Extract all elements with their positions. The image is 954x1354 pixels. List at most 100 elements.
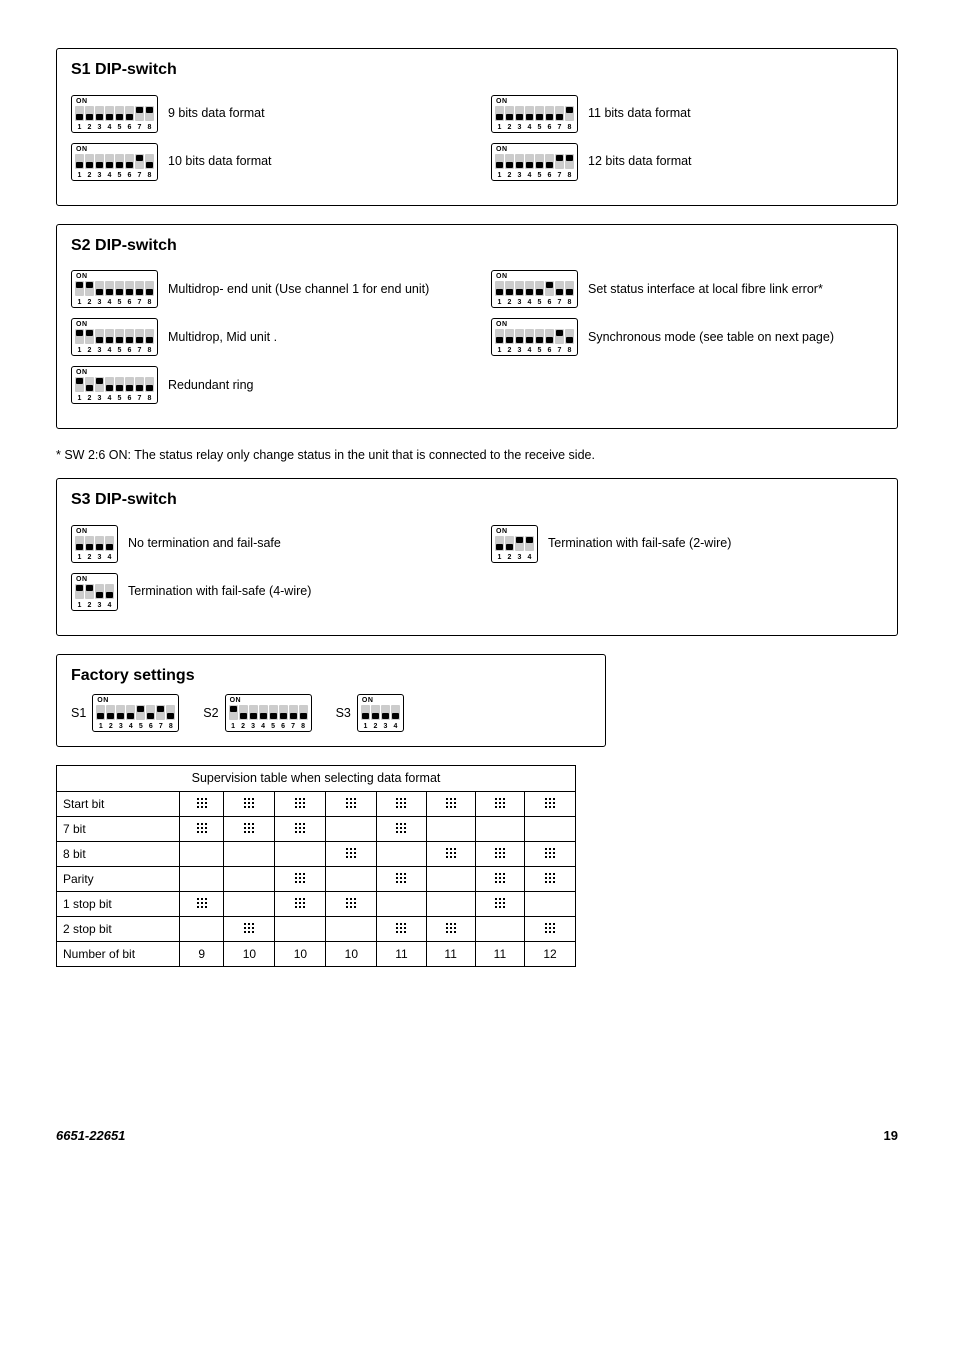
s2-title: S2 DIP-switch <box>71 235 883 257</box>
s1-title: S1 DIP-switch <box>71 59 883 81</box>
dip-switch-icon: ON12345678 <box>71 318 158 356</box>
s2-local-fibre-err: ON12345678 Set status interface at local… <box>491 270 883 308</box>
s2-redundant-ring: ON12345678 Redundant ring <box>71 366 463 404</box>
cell <box>275 817 326 842</box>
table-row: Number of bit910101011111112 <box>57 942 576 967</box>
footer-docnum: 6651-22651 <box>56 1127 125 1145</box>
factory-s2: S2 ON12345678 <box>203 694 311 732</box>
dip-switch-icon: ON12345678 <box>71 366 158 404</box>
table-row: Start bit <box>57 792 576 817</box>
s2-end-unit: ON12345678 Multidrop- end unit (Use chan… <box>71 270 463 308</box>
cell: 11 <box>475 942 524 967</box>
cell <box>377 917 426 942</box>
factory-s3: S3 ON1234 <box>336 694 404 732</box>
dip-s1-section: S1 DIP-switch ON12345678 9 bits data for… <box>56 48 898 206</box>
dip-switch-icon: ON12345678 <box>92 694 179 732</box>
row-label: 2 stop bit <box>57 917 180 942</box>
cell <box>326 867 377 892</box>
label: Multidrop, Mid unit . <box>168 329 277 346</box>
cell <box>180 817 224 842</box>
dip-switch-icon: ON12345678 <box>71 270 158 308</box>
dots-icon <box>396 823 406 833</box>
dip-switch-icon: ON12345678 <box>225 694 312 732</box>
row-label: 8 bit <box>57 842 180 867</box>
dots-icon <box>396 923 406 933</box>
cell <box>475 792 524 817</box>
cell <box>180 867 224 892</box>
table-row: 1 stop bit <box>57 892 576 917</box>
dots-icon <box>495 898 505 908</box>
cell <box>326 842 377 867</box>
dip-switch-icon: ON12345678 <box>491 95 578 133</box>
dots-icon <box>346 848 356 858</box>
label: Termination with fail-safe (2-wire) <box>548 535 731 552</box>
dots-icon <box>346 798 356 808</box>
cell <box>275 892 326 917</box>
cell <box>525 792 576 817</box>
cell <box>426 892 475 917</box>
dip-switch-icon: ON12345678 <box>491 318 578 356</box>
dip-switch-icon: ON12345678 <box>491 270 578 308</box>
cell <box>475 842 524 867</box>
label: Set status interface at local fibre link… <box>588 281 823 298</box>
cell <box>326 817 377 842</box>
cell <box>180 842 224 867</box>
s2-sync-mode: ON12345678 Synchronous mode (see table o… <box>491 318 883 356</box>
dip-switch-icon: ON1234 <box>71 573 118 611</box>
s3-term-2wire: ON1234 Termination with fail-safe (2-wir… <box>491 525 883 563</box>
dip-switch-icon: ON1234 <box>491 525 538 563</box>
cell <box>275 842 326 867</box>
label: 12 bits data format <box>588 153 692 170</box>
cell <box>525 917 576 942</box>
factory-title: Factory settings <box>71 665 591 687</box>
cell <box>525 817 576 842</box>
s1-item-9bit: ON12345678 9 bits data format <box>71 95 463 133</box>
s1-item-10bit: ON12345678 10 bits data format <box>71 143 463 181</box>
cell <box>525 892 576 917</box>
row-label: Number of bit <box>57 942 180 967</box>
page-footer: 6651-22651 19 <box>56 1127 898 1145</box>
note-sw26: * SW 2:6 ON: The status relay only chang… <box>56 447 898 464</box>
dots-icon <box>244 798 254 808</box>
row-label: Parity <box>57 867 180 892</box>
row-label: 1 stop bit <box>57 892 180 917</box>
cell <box>180 792 224 817</box>
cell <box>377 792 426 817</box>
dots-icon <box>545 848 555 858</box>
cell <box>525 842 576 867</box>
label: 11 bits data format <box>588 105 691 122</box>
factory-s1: S1 ON12345678 <box>71 694 179 732</box>
cell <box>475 917 524 942</box>
table-row: 2 stop bit <box>57 917 576 942</box>
cell <box>426 817 475 842</box>
dip-switch-icon: ON1234 <box>71 525 118 563</box>
cell <box>475 892 524 917</box>
label: 9 bits data format <box>168 105 265 122</box>
cell <box>224 842 275 867</box>
label: Synchronous mode (see table on next page… <box>588 329 834 346</box>
s3-term-4wire: ON1234 Termination with fail-safe (4-wir… <box>71 573 463 611</box>
cell <box>224 867 275 892</box>
dots-icon <box>244 923 254 933</box>
cell: 10 <box>275 942 326 967</box>
cell <box>377 892 426 917</box>
factory-s3-label: S3 <box>336 705 351 722</box>
cell <box>275 917 326 942</box>
dots-icon <box>244 823 254 833</box>
dip-switch-icon: ON1234 <box>357 694 404 732</box>
dots-icon <box>495 798 505 808</box>
cell <box>426 867 475 892</box>
cell <box>475 867 524 892</box>
s3-title: S3 DIP-switch <box>71 489 883 511</box>
cell: 11 <box>377 942 426 967</box>
dots-icon <box>295 898 305 908</box>
cell <box>224 817 275 842</box>
dip-switch-icon: ON12345678 <box>71 143 158 181</box>
table-row: 7 bit <box>57 817 576 842</box>
dip-switch-icon: ON12345678 <box>491 143 578 181</box>
cell <box>426 792 475 817</box>
cell <box>426 917 475 942</box>
dots-icon <box>295 873 305 883</box>
factory-settings-section: Factory settings S1 ON12345678 S2 ON1234… <box>56 654 606 748</box>
cell <box>377 867 426 892</box>
